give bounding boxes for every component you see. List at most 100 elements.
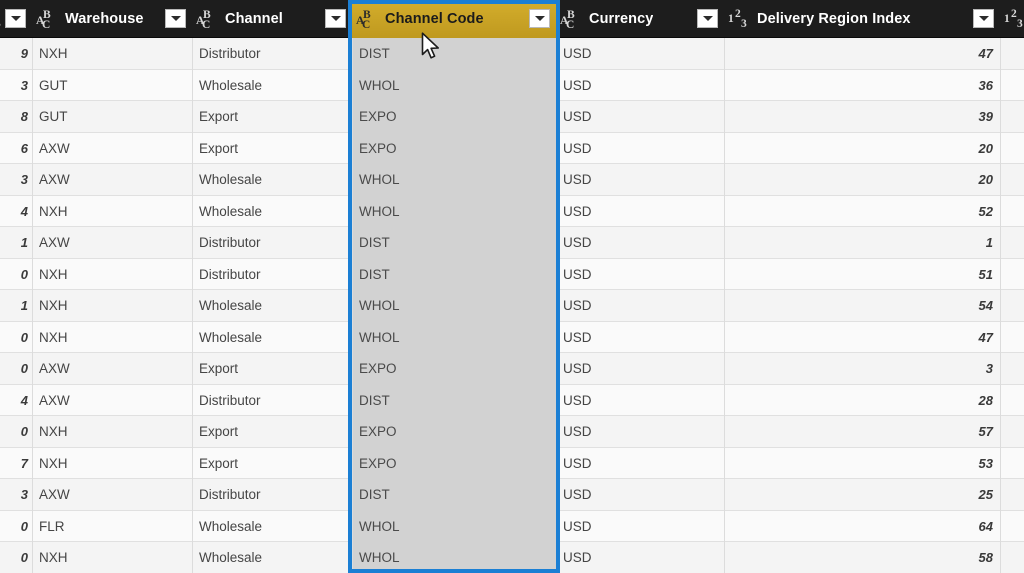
cell-channel-code[interactable]: WHOL	[352, 321, 556, 353]
cell-delivery-region-index[interactable]: 36	[724, 70, 1000, 102]
cell-currency[interactable]: USD	[556, 196, 724, 228]
cell-warehouse[interactable]: NXH	[32, 542, 192, 573]
cell-currency[interactable]: USD	[556, 322, 724, 354]
cell-row-id[interactable]: 0	[0, 416, 32, 448]
column-header-delivery-region-index[interactable]: 1 2 3 Delivery Region Index	[724, 0, 1000, 38]
cell-channel[interactable]: Wholesale	[192, 290, 352, 322]
cell-channel-code[interactable]: EXPO	[352, 416, 556, 448]
table-row[interactable]: 4 AXW Distributor DIST USD 28	[0, 384, 1024, 417]
cell-delivery-region-index[interactable]: 28	[724, 385, 1000, 417]
cell-channel-code[interactable]: DIST	[352, 479, 556, 511]
cell-channel[interactable]: Wholesale	[192, 542, 352, 573]
cell-currency[interactable]: USD	[556, 479, 724, 511]
cell-channel-code[interactable]: DIST	[352, 227, 556, 259]
cell-warehouse[interactable]: NXH	[32, 448, 192, 480]
cell-channel[interactable]: Distributor	[192, 479, 352, 511]
filter-dropdown-button-channel[interactable]	[325, 9, 346, 28]
cell-channel[interactable]: Wholesale	[192, 511, 352, 543]
cell-channel[interactable]: Export	[192, 416, 352, 448]
table-row[interactable]: 0 AXW Export EXPO USD 3	[0, 353, 1024, 385]
cell-row-id[interactable]: 0	[0, 259, 32, 291]
table-row[interactable]: 0 NXH Distributor DIST USD 51	[0, 258, 1024, 291]
cell-currency[interactable]: USD	[556, 542, 724, 573]
cell-warehouse[interactable]: NXH	[32, 290, 192, 322]
cell-warehouse[interactable]: AXW	[32, 164, 192, 196]
cell-channel[interactable]: Wholesale	[192, 70, 352, 102]
cell-row-id[interactable]: 8	[0, 101, 32, 133]
table-row[interactable]: 0 NXH Export EXPO USD 57	[0, 416, 1024, 448]
cell-channel[interactable]: Distributor	[192, 227, 352, 259]
cell-channel-code[interactable]: DIST	[352, 258, 556, 290]
cell-warehouse[interactable]: AXW	[32, 133, 192, 165]
cell-channel-code[interactable]: DIST	[352, 38, 556, 70]
cell-channel-code[interactable]: EXPO	[352, 101, 556, 133]
filter-dropdown-button-channel-code[interactable]	[529, 9, 550, 28]
table-row[interactable]: 9 NXH Distributor DIST USD 47	[0, 38, 1024, 70]
cell-currency[interactable]: USD	[556, 133, 724, 165]
table-row[interactable]: 1 AXW Distributor DIST USD 1	[0, 227, 1024, 259]
cell-row-id[interactable]: 0	[0, 542, 32, 573]
cell-row-id[interactable]: 4	[0, 196, 32, 228]
cell-channel[interactable]: Distributor	[192, 259, 352, 291]
cell-warehouse[interactable]: NXH	[32, 38, 192, 70]
cell-channel-code[interactable]: DIST	[352, 384, 556, 416]
cell-warehouse[interactable]: AXW	[32, 385, 192, 417]
cell-currency[interactable]: USD	[556, 511, 724, 543]
cell-currency[interactable]: USD	[556, 38, 724, 70]
cell-channel-code[interactable]: EXPO	[352, 353, 556, 385]
cell-channel-code[interactable]: WHOL	[352, 290, 556, 322]
cell-warehouse[interactable]: AXW	[32, 479, 192, 511]
cell-currency[interactable]: USD	[556, 290, 724, 322]
table-row[interactable]: 4 NXH Wholesale WHOL USD 52	[0, 195, 1024, 228]
cell-delivery-region-index[interactable]: 54	[724, 290, 1000, 322]
cell-channel[interactable]: Export	[192, 133, 352, 165]
table-row[interactable]: 6 AXW Export EXPO USD 20	[0, 132, 1024, 165]
filter-dropdown-button-delivery-region-index[interactable]	[973, 9, 994, 28]
cell-row-id[interactable]: 0	[0, 353, 32, 385]
cell-channel-code[interactable]: WHOL	[352, 195, 556, 227]
table-row[interactable]: 1 NXH Wholesale WHOL USD 54	[0, 290, 1024, 322]
cell-delivery-region-index[interactable]: 20	[724, 133, 1000, 165]
cell-delivery-region-index[interactable]: 20	[724, 164, 1000, 196]
table-row[interactable]: 7 NXH Export EXPO USD 53	[0, 447, 1024, 480]
cell-currency[interactable]: USD	[556, 164, 724, 196]
cell-row-id[interactable]: 0	[0, 511, 32, 543]
table-row[interactable]: 3 AXW Distributor DIST USD 25	[0, 479, 1024, 511]
cell-currency[interactable]: USD	[556, 101, 724, 133]
cell-channel-code[interactable]: EXPO	[352, 447, 556, 479]
table-row[interactable]: 0 FLR Wholesale WHOL USD 64	[0, 510, 1024, 543]
cell-warehouse[interactable]: GUT	[32, 101, 192, 133]
cell-delivery-region-index[interactable]: 53	[724, 448, 1000, 480]
cell-delivery-region-index[interactable]: 39	[724, 101, 1000, 133]
table-row[interactable]: 0 NXH Wholesale WHOL USD 58	[0, 542, 1024, 573]
cell-row-id[interactable]: 7	[0, 448, 32, 480]
table-row[interactable]: 0 NXH Wholesale WHOL USD 47	[0, 321, 1024, 354]
cell-channel[interactable]: Export	[192, 353, 352, 385]
cell-warehouse[interactable]: FLR	[32, 511, 192, 543]
table-row[interactable]: 3 GUT Wholesale WHOL USD 36	[0, 69, 1024, 102]
cell-currency[interactable]: USD	[556, 353, 724, 385]
cell-currency[interactable]: USD	[556, 416, 724, 448]
cell-row-id[interactable]: 3	[0, 70, 32, 102]
cell-delivery-region-index[interactable]: 1	[724, 227, 1000, 259]
cell-channel[interactable]: Distributor	[192, 385, 352, 417]
cell-currency[interactable]: USD	[556, 385, 724, 417]
cell-warehouse[interactable]: NXH	[32, 196, 192, 228]
filter-dropdown-button-currency[interactable]	[697, 9, 718, 28]
cell-channel[interactable]: Wholesale	[192, 196, 352, 228]
cell-delivery-region-index[interactable]: 52	[724, 196, 1000, 228]
cell-channel-code[interactable]: EXPO	[352, 132, 556, 164]
cell-delivery-region-index[interactable]: 57	[724, 416, 1000, 448]
cell-currency[interactable]: USD	[556, 227, 724, 259]
cell-row-id[interactable]: 3	[0, 479, 32, 511]
cell-warehouse[interactable]: NXH	[32, 259, 192, 291]
cell-currency[interactable]: USD	[556, 70, 724, 102]
grid-body[interactable]: 9 NXH Distributor DIST USD 47 3 GUT Wholesale WHO…	[0, 38, 1024, 573]
cell-channel[interactable]: Export	[192, 101, 352, 133]
column-header-next-col[interactable]: 123	[1000, 0, 1024, 38]
cell-channel[interactable]: Wholesale	[192, 322, 352, 354]
cell-currency[interactable]: USD	[556, 448, 724, 480]
cell-warehouse[interactable]: NXH	[32, 322, 192, 354]
cell-channel-code[interactable]: WHOL	[352, 164, 556, 196]
column-header-channel-code[interactable]: A B C Channel Code	[352, 0, 556, 38]
